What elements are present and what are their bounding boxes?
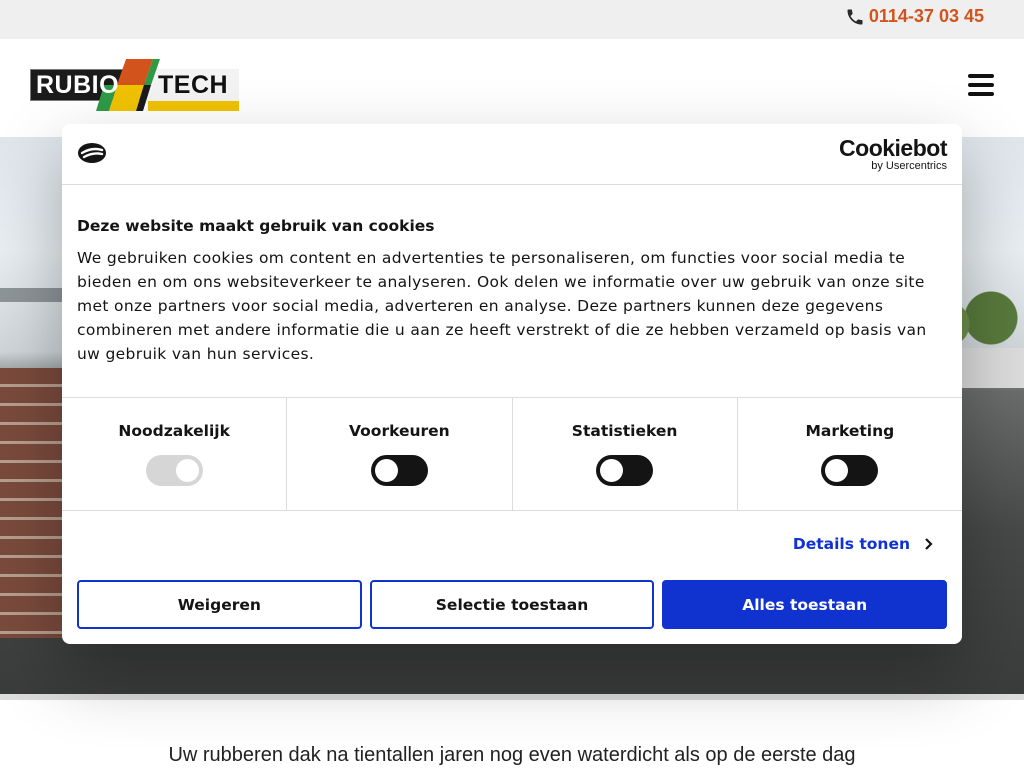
dialog-buttons: Weigeren Selectie toestaan Alles toestaa… — [77, 580, 948, 629]
dialog-body-text: We gebruiken cookies om content en adver… — [77, 249, 927, 363]
cookie-consent-dialog: Cookiebot by Usercentrics Deze website m… — [62, 124, 962, 644]
phone-link[interactable]: 0114-37 03 45 — [845, 6, 984, 27]
hero-bottom-edge — [0, 694, 1024, 700]
hamburger-menu-icon[interactable] — [968, 74, 994, 96]
menu-line — [968, 92, 994, 96]
switch-knob — [600, 459, 624, 482]
rubiotech-logo[interactable]: RUBIO TECH — [30, 59, 239, 111]
dialog-header: Cookiebot by Usercentrics — [62, 124, 962, 185]
hero-railing — [0, 288, 70, 302]
logo-word-tech: TECH — [158, 71, 229, 99]
menu-line — [968, 83, 994, 87]
dialog-title: Deze website maakt gebruik van cookies — [77, 217, 435, 235]
allow-all-button[interactable]: Alles toestaan — [662, 580, 948, 629]
hero-brick-wall — [0, 368, 70, 638]
logo-word-rubio: RUBIO — [36, 71, 120, 99]
switch-knob — [825, 459, 849, 482]
toggle-label-statistics: Statistieken — [571, 422, 678, 440]
details-toggle-link[interactable]: Details tonen — [793, 535, 934, 553]
phone-icon — [847, 9, 863, 24]
necessary-switch — [145, 455, 203, 486]
toggle-statistics: Statistieken — [513, 398, 738, 510]
consent-toggles: Noodzakelijk Voorkeuren Statistieken Mar… — [62, 397, 962, 511]
tagline: Uw rubberen dak na tientallen jaren nog … — [168, 744, 856, 766]
switch-knob — [374, 459, 398, 482]
details-label: Details tonen — [792, 535, 910, 553]
cookiebot-logo[interactable]: Cookiebot by Usercentrics — [839, 136, 947, 172]
deny-button[interactable]: Weigeren — [77, 580, 362, 629]
preferences-switch[interactable] — [370, 455, 428, 486]
statistics-switch[interactable] — [596, 455, 654, 486]
chevron-right-icon — [925, 538, 933, 550]
top-bar: 0114-37 03 45 — [0, 0, 1024, 39]
toggle-preferences: Voorkeuren — [287, 398, 513, 510]
toggle-label-preferences: Voorkeuren — [349, 422, 450, 440]
switch-knob — [175, 459, 199, 482]
cookiebot-brand-sub: by Usercentrics — [871, 160, 947, 172]
allow-selection-button[interactable]: Selectie toestaan — [369, 580, 655, 629]
toggle-label-necessary: Noodzakelijk — [118, 422, 230, 440]
menu-line — [968, 74, 994, 78]
cookie-icon — [78, 143, 106, 163]
marketing-switch[interactable] — [821, 455, 879, 486]
toggle-marketing: Marketing — [738, 398, 962, 510]
toggle-label-marketing: Marketing — [805, 422, 895, 440]
cookiebot-brand-name: Cookiebot — [839, 135, 947, 161]
phone-number[interactable]: 0114-37 03 45 — [869, 6, 984, 27]
toggle-necessary: Noodzakelijk — [62, 398, 288, 510]
